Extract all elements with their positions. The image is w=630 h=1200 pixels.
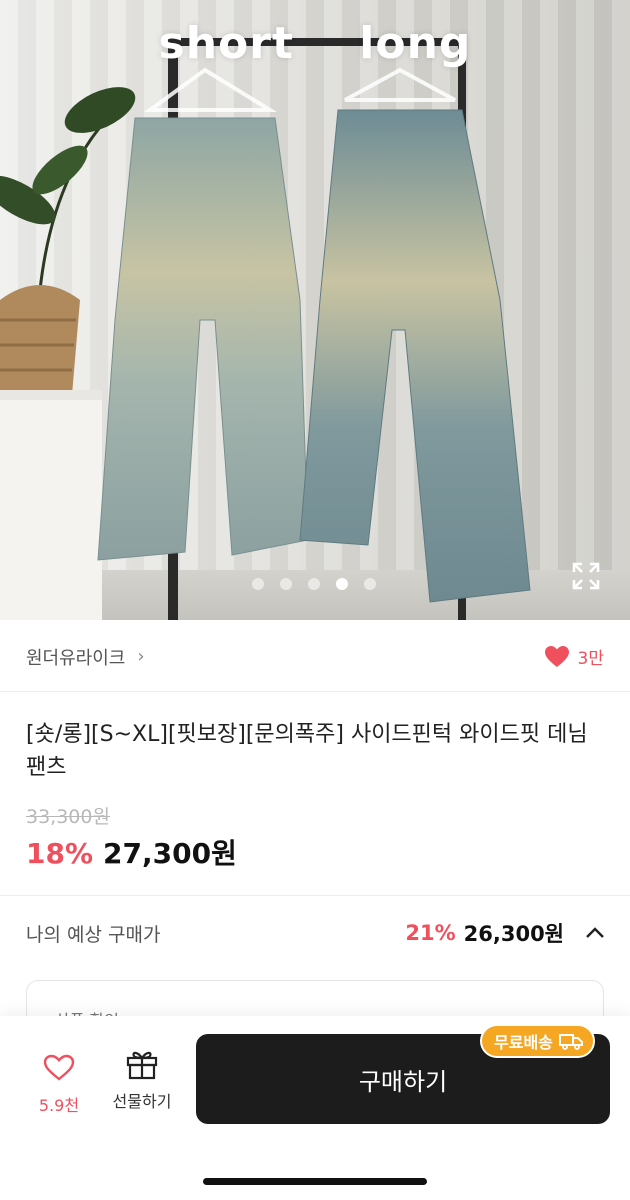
wish-count: 5.9천 [38,1096,80,1115]
free-shipping-badge: 무료배송 [480,1024,595,1058]
chevron-up-icon[interactable] [584,922,606,944]
expand-icon[interactable] [568,558,604,594]
expected-discount-rate: 21% [405,921,456,945]
expected-price-row[interactable]: 나의 예상 구매가 21% 26,300원 [26,918,606,948]
truck-icon [558,1034,583,1050]
hero-overlay-text: short long [158,18,472,69]
carousel-dot[interactable] [280,578,292,590]
heart-outline-icon[interactable] [43,1054,75,1082]
carousel-dot-active[interactable] [336,578,348,590]
product-page: short long 원더유라이크 › 3만 [숏/롱][S~XL][핏보장][… [0,0,630,1200]
free-shipping-label: 무료배송 [494,1033,553,1052]
product-title: [숏/롱][S~XL][핏보장][문의폭주] 사이드핀턱 와이드핏 데님팬츠 [26,722,588,780]
price-row: 18% 27,300원 [26,832,237,872]
store-name[interactable]: 원더유라이크 [26,644,125,670]
gift-icon[interactable] [125,1048,159,1080]
original-price: 33,300원 [26,806,110,828]
expected-price: 26,300원 [463,922,564,946]
gift-label: 선물하기 [112,1092,172,1111]
carousel-dot[interactable] [364,578,376,590]
carousel-dot[interactable] [252,578,264,590]
carousel-dot[interactable] [308,578,320,590]
discount-rate: 18% [26,837,94,870]
expected-price-label: 나의 예상 구매가 [26,923,161,946]
home-indicator[interactable] [203,1178,427,1185]
store-like[interactable]: 3만 [544,644,604,669]
store-like-count: 3만 [577,649,604,669]
product-image-carousel[interactable]: short long [0,0,630,620]
gift-button[interactable]: 선물하기 [104,1048,180,1112]
wish-button[interactable]: 5.9천 [24,1054,94,1116]
carousel-page-indicator[interactable] [252,578,376,590]
bottom-action-bar: 5.9천 선물하기 구매하기 무료배송 [0,1016,630,1200]
product-photo [0,38,531,620]
expected-price-values: 21% 26,300원 [405,918,606,948]
chevron-right-icon: › [137,646,145,667]
section-divider [0,895,630,896]
store-row[interactable]: 원더유라이크 › 3만 [0,622,630,692]
heart-filled-icon[interactable] [544,645,570,669]
sale-price: 27,300원 [103,837,237,870]
